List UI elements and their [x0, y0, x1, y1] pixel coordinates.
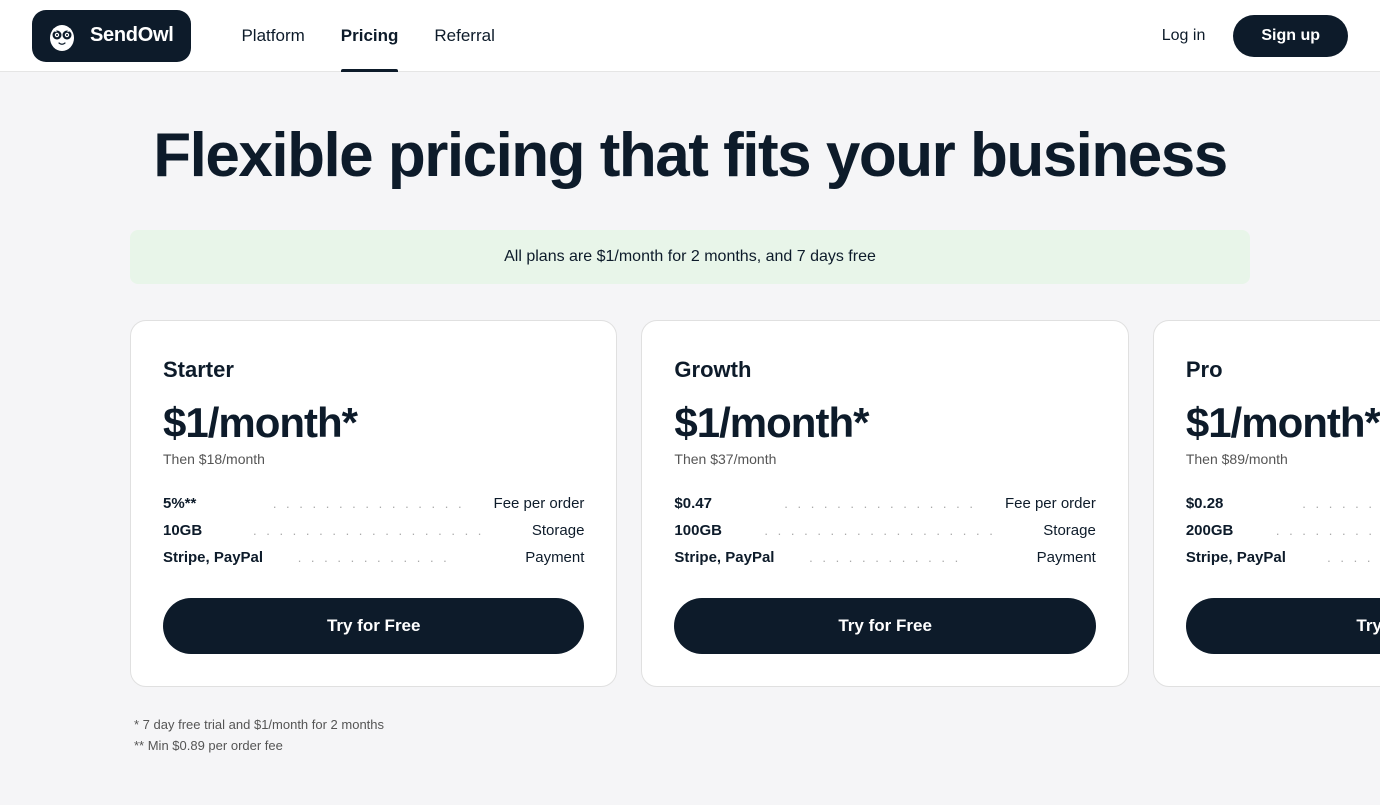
nav-actions: Log in Sign up — [1150, 15, 1348, 57]
feature-dots: . . . . . . . . . . . . . . . . . . — [253, 523, 484, 538]
feature-value: Payment — [996, 549, 1096, 566]
feature-label: Stripe, PayPal — [1186, 549, 1286, 566]
feature-label: Stripe, PayPal — [674, 549, 774, 566]
feature-row: $0.28 . . . . . . . . . . . . . . . Fee … — [1186, 495, 1380, 512]
hero-title: Flexible pricing that fits your business — [130, 122, 1250, 190]
feature-label: $0.47 — [674, 495, 764, 512]
nav-platform[interactable]: Platform — [223, 0, 322, 72]
plan-starter-features: 5%** . . . . . . . . . . . . . . . Fee p… — [163, 495, 584, 566]
feature-dots: . . . . . . . . . . . . . . . . . . — [764, 523, 995, 538]
owl-icon — [44, 18, 80, 54]
feature-dots: . . . . . . . . . . . . — [774, 550, 995, 565]
nav-referral[interactable]: Referral — [416, 0, 512, 72]
plan-growth: Growth $1/month* Then $37/month $0.47 . … — [641, 320, 1128, 687]
plan-pro: Pro $1/month* Then $89/month $0.28 . . .… — [1153, 320, 1380, 687]
feature-label: 10GB — [163, 522, 253, 539]
feature-dots: . . . . . . . . . . . . . . . — [253, 496, 484, 511]
feature-dots: . . . . . . . . . . . . . . . . . . . — [1276, 523, 1380, 538]
brand-name: SendOwl — [90, 24, 173, 47]
main-content: Flexible pricing that fits your business… — [90, 72, 1290, 797]
plan-pro-then: Then $89/month — [1186, 451, 1380, 467]
promo-text: All plans are $1/month for 2 months, and… — [504, 248, 876, 265]
feature-row: 10GB . . . . . . . . . . . . . . . . . .… — [163, 522, 584, 539]
feature-dots: . . . . . . . . . . . . — [263, 550, 484, 565]
plan-growth-then: Then $37/month — [674, 451, 1095, 467]
plan-starter-cta[interactable]: Try for Free — [163, 598, 584, 654]
feature-label: 200GB — [1186, 522, 1276, 539]
footnote-line2: ** Min $0.89 per order fee — [134, 736, 1246, 757]
feature-value: Storage — [484, 522, 584, 539]
plan-starter-then: Then $18/month — [163, 451, 584, 467]
plan-pro-features: $0.28 . . . . . . . . . . . . . . . Fee … — [1186, 495, 1380, 566]
plan-pro-price: $1/month* — [1186, 399, 1380, 447]
brand-logo[interactable]: SendOwl — [32, 10, 191, 62]
feature-dots: . . . . . . . . . . . . . . . — [1276, 496, 1380, 511]
feature-row: Stripe, PayPal . . . . . . . . . . . . P… — [1186, 549, 1380, 566]
plan-pro-name: Pro — [1186, 357, 1380, 383]
plan-starter-name: Starter — [163, 357, 584, 383]
feature-value: Fee per order — [484, 495, 584, 512]
feature-row: 5%** . . . . . . . . . . . . . . . Fee p… — [163, 495, 584, 512]
plan-growth-cta[interactable]: Try for Free — [674, 598, 1095, 654]
feature-label: Stripe, PayPal — [163, 549, 263, 566]
plan-growth-price: $1/month* — [674, 399, 1095, 447]
plan-growth-features: $0.47 . . . . . . . . . . . . . . . Fee … — [674, 495, 1095, 566]
feature-dots: . . . . . . . . . . . . . . . — [764, 496, 995, 511]
footnotes: * 7 day free trial and $1/month for 2 mo… — [130, 715, 1250, 757]
feature-row: $0.47 . . . . . . . . . . . . . . . Fee … — [674, 495, 1095, 512]
feature-row: 100GB . . . . . . . . . . . . . . . . . … — [674, 522, 1095, 539]
signup-button[interactable]: Sign up — [1233, 15, 1348, 57]
footnote-line1: * 7 day free trial and $1/month for 2 mo… — [134, 715, 1246, 736]
feature-row: Stripe, PayPal . . . . . . . . . . . . P… — [674, 549, 1095, 566]
feature-value: Fee per order — [996, 495, 1096, 512]
pricing-grid: Starter $1/month* Then $18/month 5%** . … — [130, 320, 1250, 687]
feature-label: $0.28 — [1186, 495, 1276, 512]
feature-value: Payment — [484, 549, 584, 566]
feature-row: 200GB . . . . . . . . . . . . . . . . . … — [1186, 522, 1380, 539]
plan-growth-name: Growth — [674, 357, 1095, 383]
feature-dots: . . . . . . . . . . . . — [1286, 550, 1380, 565]
plan-pro-cta[interactable]: Try for Free — [1186, 598, 1380, 654]
plan-starter: Starter $1/month* Then $18/month 5%** . … — [130, 320, 617, 687]
plan-starter-price: $1/month* — [163, 399, 584, 447]
feature-row: Stripe, PayPal . . . . . . . . . . . . P… — [163, 549, 584, 566]
feature-label: 100GB — [674, 522, 764, 539]
feature-value: Storage — [996, 522, 1096, 539]
navbar: SendOwl Platform Pricing Referral Log in… — [0, 0, 1380, 72]
nav-links: Platform Pricing Referral — [223, 0, 1149, 72]
promo-banner: All plans are $1/month for 2 months, and… — [130, 230, 1250, 284]
login-button[interactable]: Log in — [1150, 19, 1218, 53]
feature-label: 5%** — [163, 495, 253, 512]
nav-pricing[interactable]: Pricing — [323, 0, 417, 72]
